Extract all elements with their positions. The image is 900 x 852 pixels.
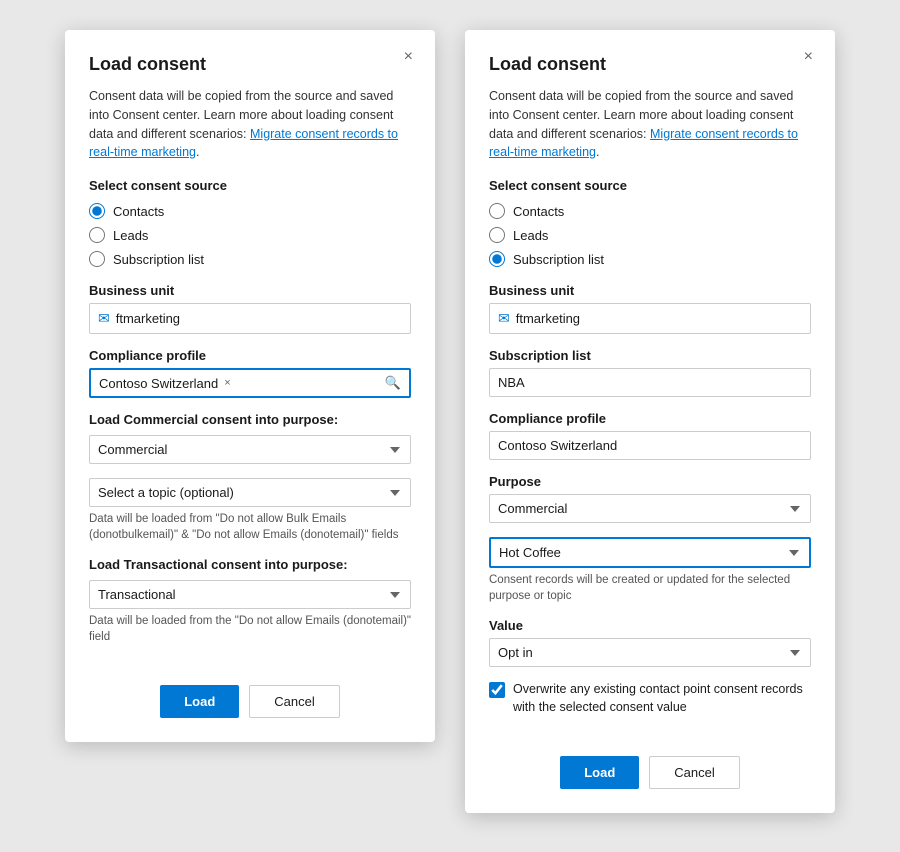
subscription-list-label-2: Subscription list (489, 348, 811, 363)
radio-contacts-1[interactable]: Contacts (89, 203, 411, 219)
radio-leads-input-1[interactable] (89, 227, 105, 243)
value-label-2: Value (489, 618, 811, 633)
cancel-button-2[interactable]: Cancel (649, 756, 739, 789)
radio-group-2: Contacts Leads Subscription list (489, 203, 811, 267)
business-unit-input-2[interactable]: ✉ ftmarketing (489, 303, 811, 334)
business-unit-label-2: Business unit (489, 283, 811, 298)
compliance-profile-input-1[interactable]: Contoso Switzerland × 🔍 (89, 368, 411, 398)
purpose-select-2[interactable]: Commercial Marketing Transactional (489, 494, 811, 523)
load-transactional-label-1: Load Transactional consent into purpose: (89, 557, 411, 572)
button-row-2: Load Cancel (489, 746, 811, 789)
transactional-select-group-1: Transactional Commercial Marketing Data … (89, 580, 411, 645)
business-unit-field-1: Business unit ✉ ftmarketing (89, 283, 411, 334)
business-unit-value-2: ftmarketing (516, 311, 802, 326)
transactional-hint-1: Data will be loaded from the "Do not all… (89, 613, 411, 645)
description-1: Consent data will be copied from the sou… (89, 87, 411, 162)
search-icon-1: 🔍 (385, 375, 401, 391)
overwrite-checkbox-label-2: Overwrite any existing contact point con… (513, 681, 811, 716)
radio-leads-2[interactable]: Leads (489, 227, 811, 243)
dialog-title-2: Load consent (489, 54, 811, 75)
button-row-1: Load Cancel (89, 675, 411, 718)
value-select-group-2: Opt in Opt out (489, 638, 811, 667)
business-unit-value-1: ftmarketing (116, 311, 402, 326)
commercial-hint-1: Data will be loaded from "Do not allow B… (89, 511, 411, 543)
overwrite-checkbox-row-2: Overwrite any existing contact point con… (489, 681, 811, 716)
envelope-icon-1: ✉ (98, 310, 110, 327)
compliance-profile-label-2: Compliance profile (489, 411, 811, 426)
radio-sublist-1[interactable]: Subscription list (89, 251, 411, 267)
description-2: Consent data will be copied from the sou… (489, 87, 811, 162)
dialog-title-1: Load consent (89, 54, 411, 75)
dialog-load-consent-1: Load consent × Consent data will be copi… (65, 30, 435, 742)
radio-group-1: Contacts Leads Subscription list (89, 203, 411, 267)
commercial-select-1[interactable]: Commercial Marketing Transactional (89, 435, 411, 464)
envelope-icon-2: ✉ (498, 310, 510, 327)
close-button-1[interactable]: × (398, 46, 419, 68)
radio-contacts-input-2[interactable] (489, 203, 505, 219)
compliance-profile-field-1: Compliance profile Contoso Switzerland ×… (89, 348, 411, 398)
radio-leads-1[interactable]: Leads (89, 227, 411, 243)
topic-select-2[interactable]: Hot Coffee Cold Brew Espresso (489, 537, 811, 568)
subscription-list-field-2: Subscription list NBA (489, 348, 811, 397)
transactional-select-1[interactable]: Transactional Commercial Marketing (89, 580, 411, 609)
commercial-select-group-1: Commercial Marketing Transactional (89, 435, 411, 464)
value-select-2[interactable]: Opt in Opt out (489, 638, 811, 667)
purpose-label-2: Purpose (489, 474, 811, 489)
consent-source-label-2: Select consent source (489, 178, 811, 193)
compliance-profile-field-2: Compliance profile Contoso Switzerland (489, 411, 811, 460)
radio-sublist-input-2[interactable] (489, 251, 505, 267)
overwrite-checkbox-2[interactable] (489, 682, 505, 698)
compliance-tag-close-1[interactable]: × (224, 377, 230, 389)
compliance-profile-label-1: Compliance profile (89, 348, 411, 363)
load-button-1[interactable]: Load (160, 685, 239, 718)
topic-select-1[interactable]: Select a topic (optional) (89, 478, 411, 507)
compliance-profile-input-2[interactable]: Contoso Switzerland (489, 431, 811, 460)
purpose-select-group-2: Commercial Marketing Transactional (489, 494, 811, 523)
dialog-load-consent-2: Load consent × Consent data will be copi… (465, 30, 835, 813)
topic-select-group-1: Select a topic (optional) Data will be l… (89, 478, 411, 543)
radio-leads-input-2[interactable] (489, 227, 505, 243)
radio-sublist-2[interactable]: Subscription list (489, 251, 811, 267)
cancel-button-1[interactable]: Cancel (249, 685, 339, 718)
close-button-2[interactable]: × (798, 46, 819, 68)
subscription-list-input-2[interactable]: NBA (489, 368, 811, 397)
load-button-2[interactable]: Load (560, 756, 639, 789)
business-unit-field-2: Business unit ✉ ftmarketing (489, 283, 811, 334)
business-unit-input-1[interactable]: ✉ ftmarketing (89, 303, 411, 334)
consent-hint-2: Consent records will be created or updat… (489, 572, 811, 604)
radio-contacts-input-1[interactable] (89, 203, 105, 219)
load-commercial-label-1: Load Commercial consent into purpose: (89, 412, 411, 427)
radio-contacts-2[interactable]: Contacts (489, 203, 811, 219)
compliance-tag-1: Contoso Switzerland × (99, 376, 231, 391)
topic-select-group-2: Hot Coffee Cold Brew Espresso Consent re… (489, 537, 811, 604)
business-unit-label-1: Business unit (89, 283, 411, 298)
consent-source-label-1: Select consent source (89, 178, 411, 193)
radio-sublist-input-1[interactable] (89, 251, 105, 267)
